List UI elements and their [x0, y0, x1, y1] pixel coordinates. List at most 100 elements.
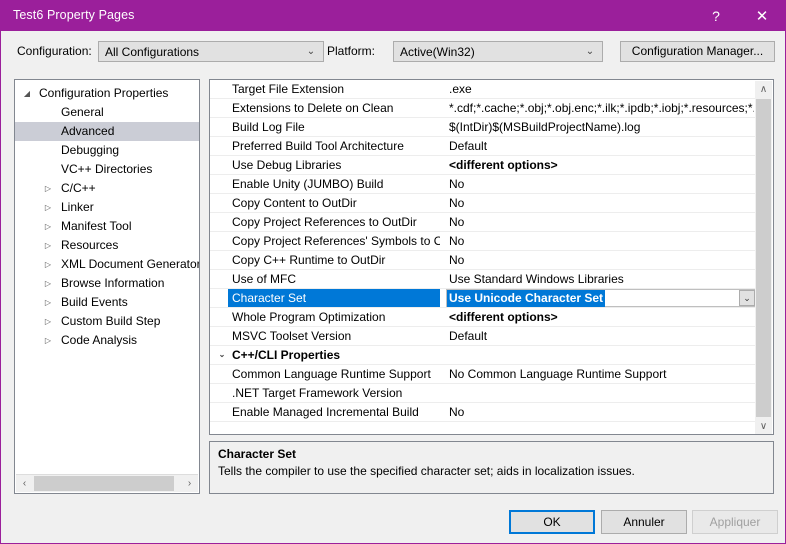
property-name: Copy Project References to OutDir — [232, 215, 417, 229]
expanded-twisty-icon[interactable]: ◢ — [20, 84, 34, 103]
property-grid-rows: Target File Extension .exe Extensions to D… — [210, 80, 756, 422]
configuration-properties-tree[interactable]: ◢ Configuration Properties General Advanced… — [14, 79, 200, 494]
description-title: Character Set — [218, 447, 297, 461]
property-row[interactable]: Copy Project References' Symbols to Ou No — [210, 232, 756, 251]
ok-button[interactable]: OK — [509, 510, 595, 534]
sidebar-item-manifest-tool[interactable]: ▷ Manifest Tool — [15, 217, 199, 236]
scroll-down-icon[interactable]: ∨ — [755, 418, 772, 434]
property-value: No — [449, 177, 465, 191]
property-row[interactable]: Common Language Runtime Support No Common… — [210, 365, 756, 384]
property-name: .NET Target Framework Version — [232, 386, 403, 400]
sidebar-item-label: Code Analysis — [61, 333, 138, 347]
property-row[interactable]: Use Debug Libraries <different options> — [210, 156, 756, 175]
tree-horizontal-scrollbar[interactable]: ‹ › — [16, 474, 198, 492]
property-row[interactable]: Character Set ⌄ Use Unicode Character Set — [210, 289, 756, 308]
property-value: .exe — [449, 82, 472, 96]
window-title: Test6 Property Pages — [13, 8, 135, 22]
grid-vertical-scrollbar[interactable]: ∧ ∨ — [755, 81, 772, 434]
sidebar-item-custom-build-step[interactable]: ▷ Custom Build Step — [15, 312, 199, 331]
sidebar-item-vc-directories[interactable]: VC++ Directories — [15, 160, 199, 179]
sidebar-item-build-events[interactable]: ▷ Build Events — [15, 293, 199, 312]
sidebar-item-label: Advanced — [61, 124, 115, 138]
property-row[interactable]: Preferred Build Tool Architecture Default — [210, 137, 756, 156]
platform-label: Platform: — [327, 44, 376, 58]
collapsed-twisty-icon[interactable]: ▷ — [41, 198, 55, 217]
property-name: Extensions to Delete on Clean — [232, 101, 394, 115]
property-name: Copy Project References' Symbols to Ou — [232, 234, 440, 248]
sidebar-item-label: C/C++ — [61, 181, 96, 195]
apply-button: Appliquer — [692, 510, 778, 534]
property-value: No — [449, 253, 465, 267]
property-pages-dialog: Test6 Property Pages ? ✕ Configuration: … — [0, 0, 786, 544]
property-value: No — [449, 215, 465, 229]
sidebar-item-label: Build Events — [61, 295, 128, 309]
property-row[interactable]: Copy Project References to OutDir No — [210, 213, 756, 232]
property-name: Enable Unity (JUMBO) Build — [232, 177, 384, 191]
property-value: No — [449, 234, 465, 248]
help-icon[interactable]: ? — [693, 1, 739, 31]
collapsed-twisty-icon[interactable]: ▷ — [41, 274, 55, 293]
collapsed-twisty-icon[interactable]: ▷ — [41, 236, 55, 255]
property-row[interactable]: Use of MFC Use Standard Windows Libraries — [210, 270, 756, 289]
sidebar-item-linker[interactable]: ▷ Linker — [15, 198, 199, 217]
sidebar-item-debugging[interactable]: Debugging — [15, 141, 199, 160]
configuration-dropdown[interactable]: All Configurations ⌄ — [98, 41, 324, 62]
property-value: Use Unicode Character Set — [447, 290, 606, 307]
configuration-value: All Configurations — [105, 45, 200, 59]
property-row[interactable]: Enable Managed Incremental Build No — [210, 403, 756, 422]
collapsed-twisty-icon[interactable]: ▷ — [41, 217, 55, 236]
property-value: Default — [449, 139, 488, 153]
collapsed-twisty-icon[interactable]: ▷ — [41, 293, 55, 312]
property-name: Target File Extension — [232, 82, 345, 96]
property-name: Enable Managed Incremental Build — [232, 405, 419, 419]
cancel-button[interactable]: Annuler — [601, 510, 687, 534]
platform-dropdown[interactable]: Active(Win32) ⌄ — [393, 41, 603, 62]
scroll-right-icon[interactable]: › — [181, 475, 198, 492]
property-row[interactable]: .NET Target Framework Version — [210, 384, 756, 403]
collapsed-twisty-icon[interactable]: ▷ — [41, 331, 55, 350]
scroll-left-icon[interactable]: ‹ — [16, 475, 33, 492]
sidebar-item-label: Debugging — [61, 143, 120, 157]
sidebar-item-label: Custom Build Step — [61, 314, 161, 328]
property-row[interactable]: Whole Program Optimization <different opt… — [210, 308, 756, 327]
sidebar-item-label: Resources — [61, 238, 119, 252]
sidebar-item-label: Manifest Tool — [61, 219, 132, 233]
sidebar-item-resources[interactable]: ▷ Resources — [15, 236, 199, 255]
property-name: MSVC Toolset Version — [232, 329, 352, 343]
configuration-label: Configuration: — [17, 44, 92, 58]
collapsed-twisty-icon[interactable]: ▷ — [41, 255, 55, 274]
configuration-manager-button[interactable]: Configuration Manager... — [620, 41, 775, 62]
property-name: Whole Program Optimization — [232, 310, 386, 324]
property-group-row[interactable]: ⌄ C++/CLI Properties — [210, 346, 756, 365]
scrollbar-thumb[interactable] — [34, 476, 174, 491]
property-row[interactable]: Copy Content to OutDir No — [210, 194, 756, 213]
chevron-down-icon[interactable]: ⌄ — [216, 346, 228, 364]
sidebar-item-xml-document-generator[interactable]: ▷ XML Document Generator — [15, 255, 199, 274]
property-row[interactable]: Build Log File $(IntDir)$(MSBuildProjectN… — [210, 118, 756, 137]
sidebar-item-configuration-properties[interactable]: ◢ Configuration Properties — [15, 84, 199, 103]
property-name: Common Language Runtime Support — [232, 367, 431, 381]
property-value: $(IntDir)$(MSBuildProjectName).log — [449, 120, 641, 134]
configuration-toolbar: Configuration: All Configurations ⌄ Plat… — [2, 32, 786, 68]
sidebar-item-general[interactable]: General — [15, 103, 199, 122]
scrollbar-thumb[interactable] — [756, 99, 771, 417]
property-grid[interactable]: Target File Extension .exe Extensions to D… — [209, 79, 774, 435]
collapsed-twisty-icon[interactable]: ▷ — [41, 312, 55, 331]
description-pane: Character Set Tells the compiler to use … — [209, 441, 774, 494]
property-name: Copy C++ Runtime to OutDir — [232, 253, 386, 267]
sidebar-item-browse-information[interactable]: ▷ Browse Information — [15, 274, 199, 293]
chevron-down-icon: ⌄ — [306, 46, 316, 57]
sidebar-item-code-analysis[interactable]: ▷ Code Analysis — [15, 331, 199, 350]
property-name: Use of MFC — [232, 272, 297, 286]
property-row[interactable]: MSVC Toolset Version Default — [210, 327, 756, 346]
sidebar-item-advanced[interactable]: Advanced — [15, 122, 199, 141]
property-row[interactable]: Enable Unity (JUMBO) Build No — [210, 175, 756, 194]
scroll-up-icon[interactable]: ∧ — [755, 81, 772, 98]
sidebar-item-c-c[interactable]: ▷ C/C++ — [15, 179, 199, 198]
close-icon[interactable]: ✕ — [739, 1, 785, 31]
property-row[interactable]: Extensions to Delete on Clean *.cdf;*.cac… — [210, 99, 756, 118]
property-row[interactable]: Copy C++ Runtime to OutDir No — [210, 251, 756, 270]
collapsed-twisty-icon[interactable]: ▷ — [41, 179, 55, 198]
sidebar-item-label: XML Document Generator — [61, 257, 200, 271]
property-row[interactable]: Target File Extension .exe — [210, 80, 756, 99]
